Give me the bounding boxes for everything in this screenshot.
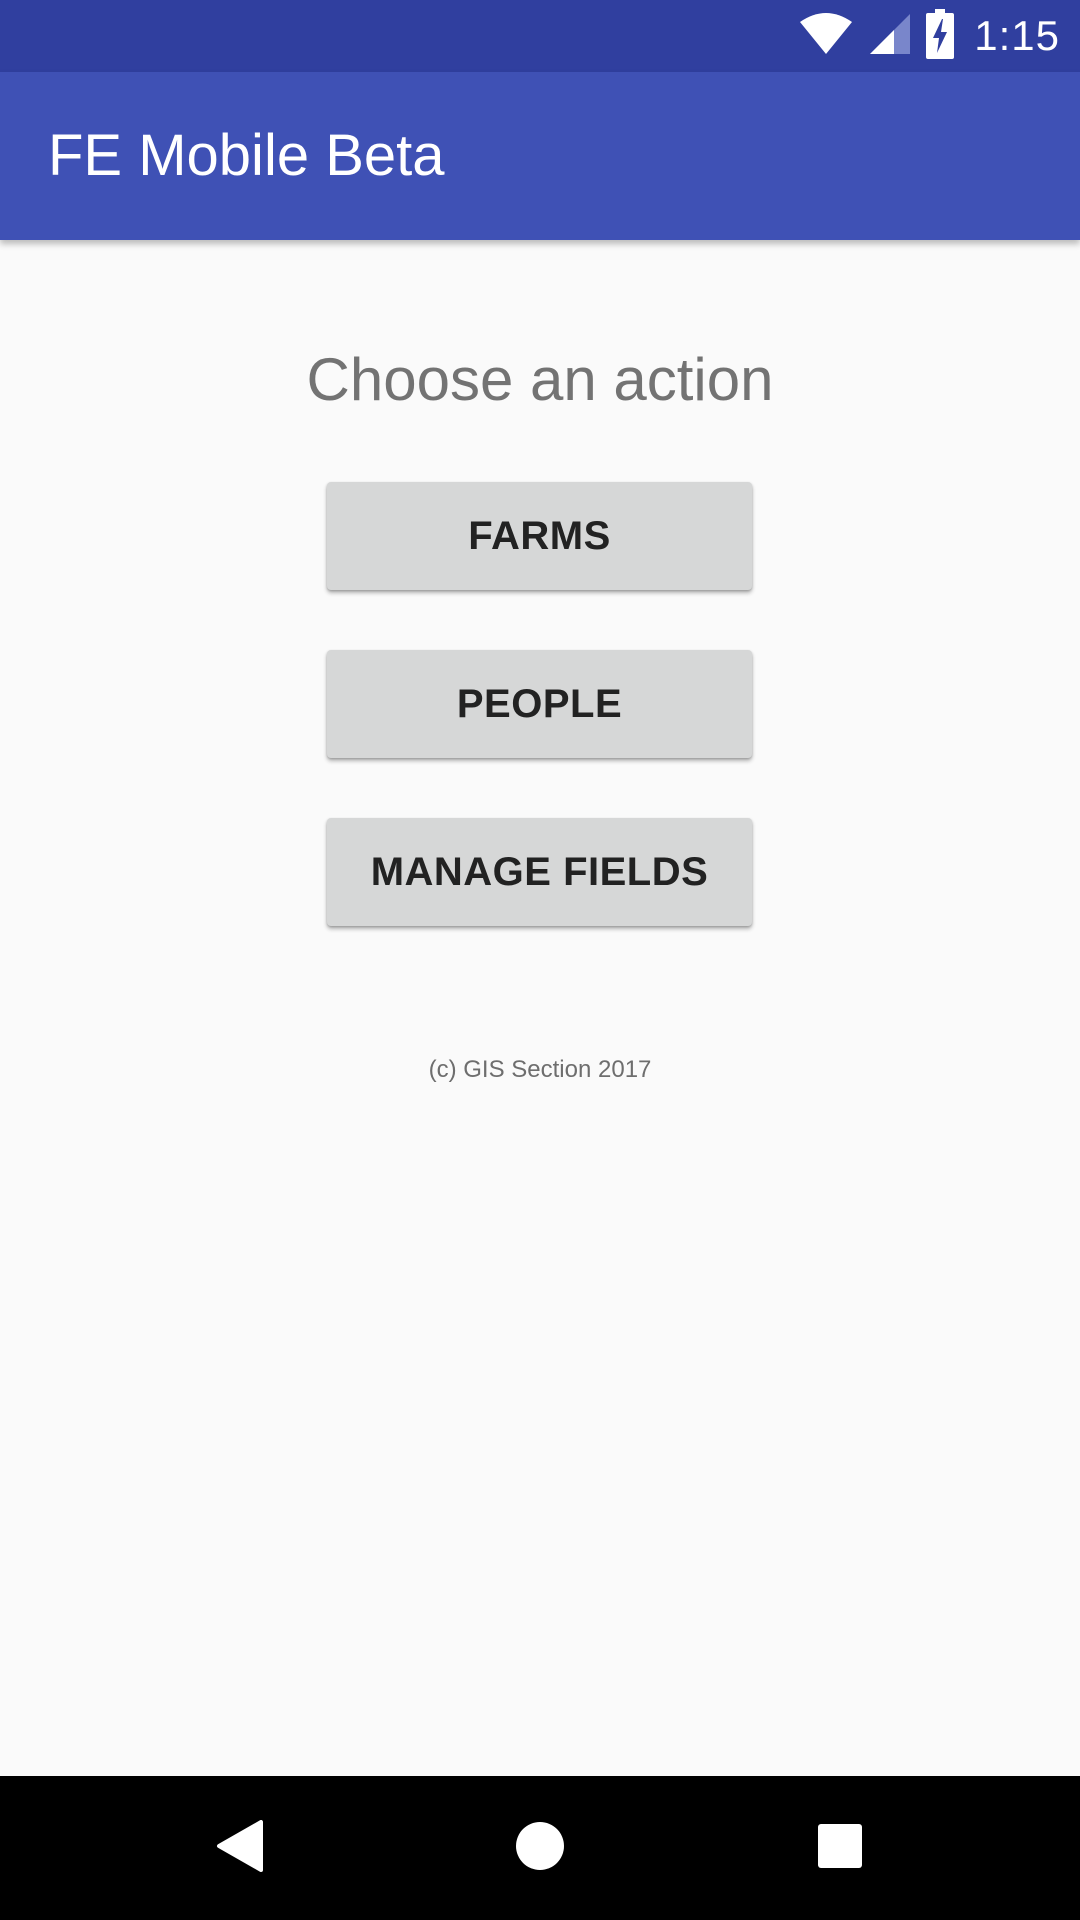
battery-charging-icon: [926, 8, 955, 64]
status-bar: 1:15: [0, 0, 1080, 72]
recents-icon: [817, 1823, 863, 1874]
copyright-text: (c) GIS Section 2017: [428, 1056, 652, 1083]
manage-fields-button[interactable]: MANAGE FIELDS: [327, 818, 752, 926]
recents-button[interactable]: [768, 1776, 912, 1920]
app-bar: FE Mobile Beta: [0, 72, 1080, 240]
cell-signal-icon: [868, 12, 912, 61]
wifi-icon: [798, 12, 854, 61]
status-time: 1:15: [974, 12, 1060, 59]
app-title: FE Mobile Beta: [48, 123, 445, 188]
farms-button[interactable]: FARMS: [327, 482, 752, 590]
back-icon: [215, 1819, 265, 1877]
people-button[interactable]: PEOPLE: [327, 650, 752, 758]
page-heading: Choose an action: [306, 346, 774, 413]
main-content: Choose an action FARMS PEOPLE MANAGE FIE…: [0, 240, 1080, 1776]
home-button[interactable]: [468, 1776, 612, 1920]
navigation-bar: [0, 1776, 1080, 1920]
back-button[interactable]: [168, 1776, 312, 1920]
home-icon: [515, 1821, 565, 1876]
status-icons: 1:15: [798, 0, 1060, 72]
